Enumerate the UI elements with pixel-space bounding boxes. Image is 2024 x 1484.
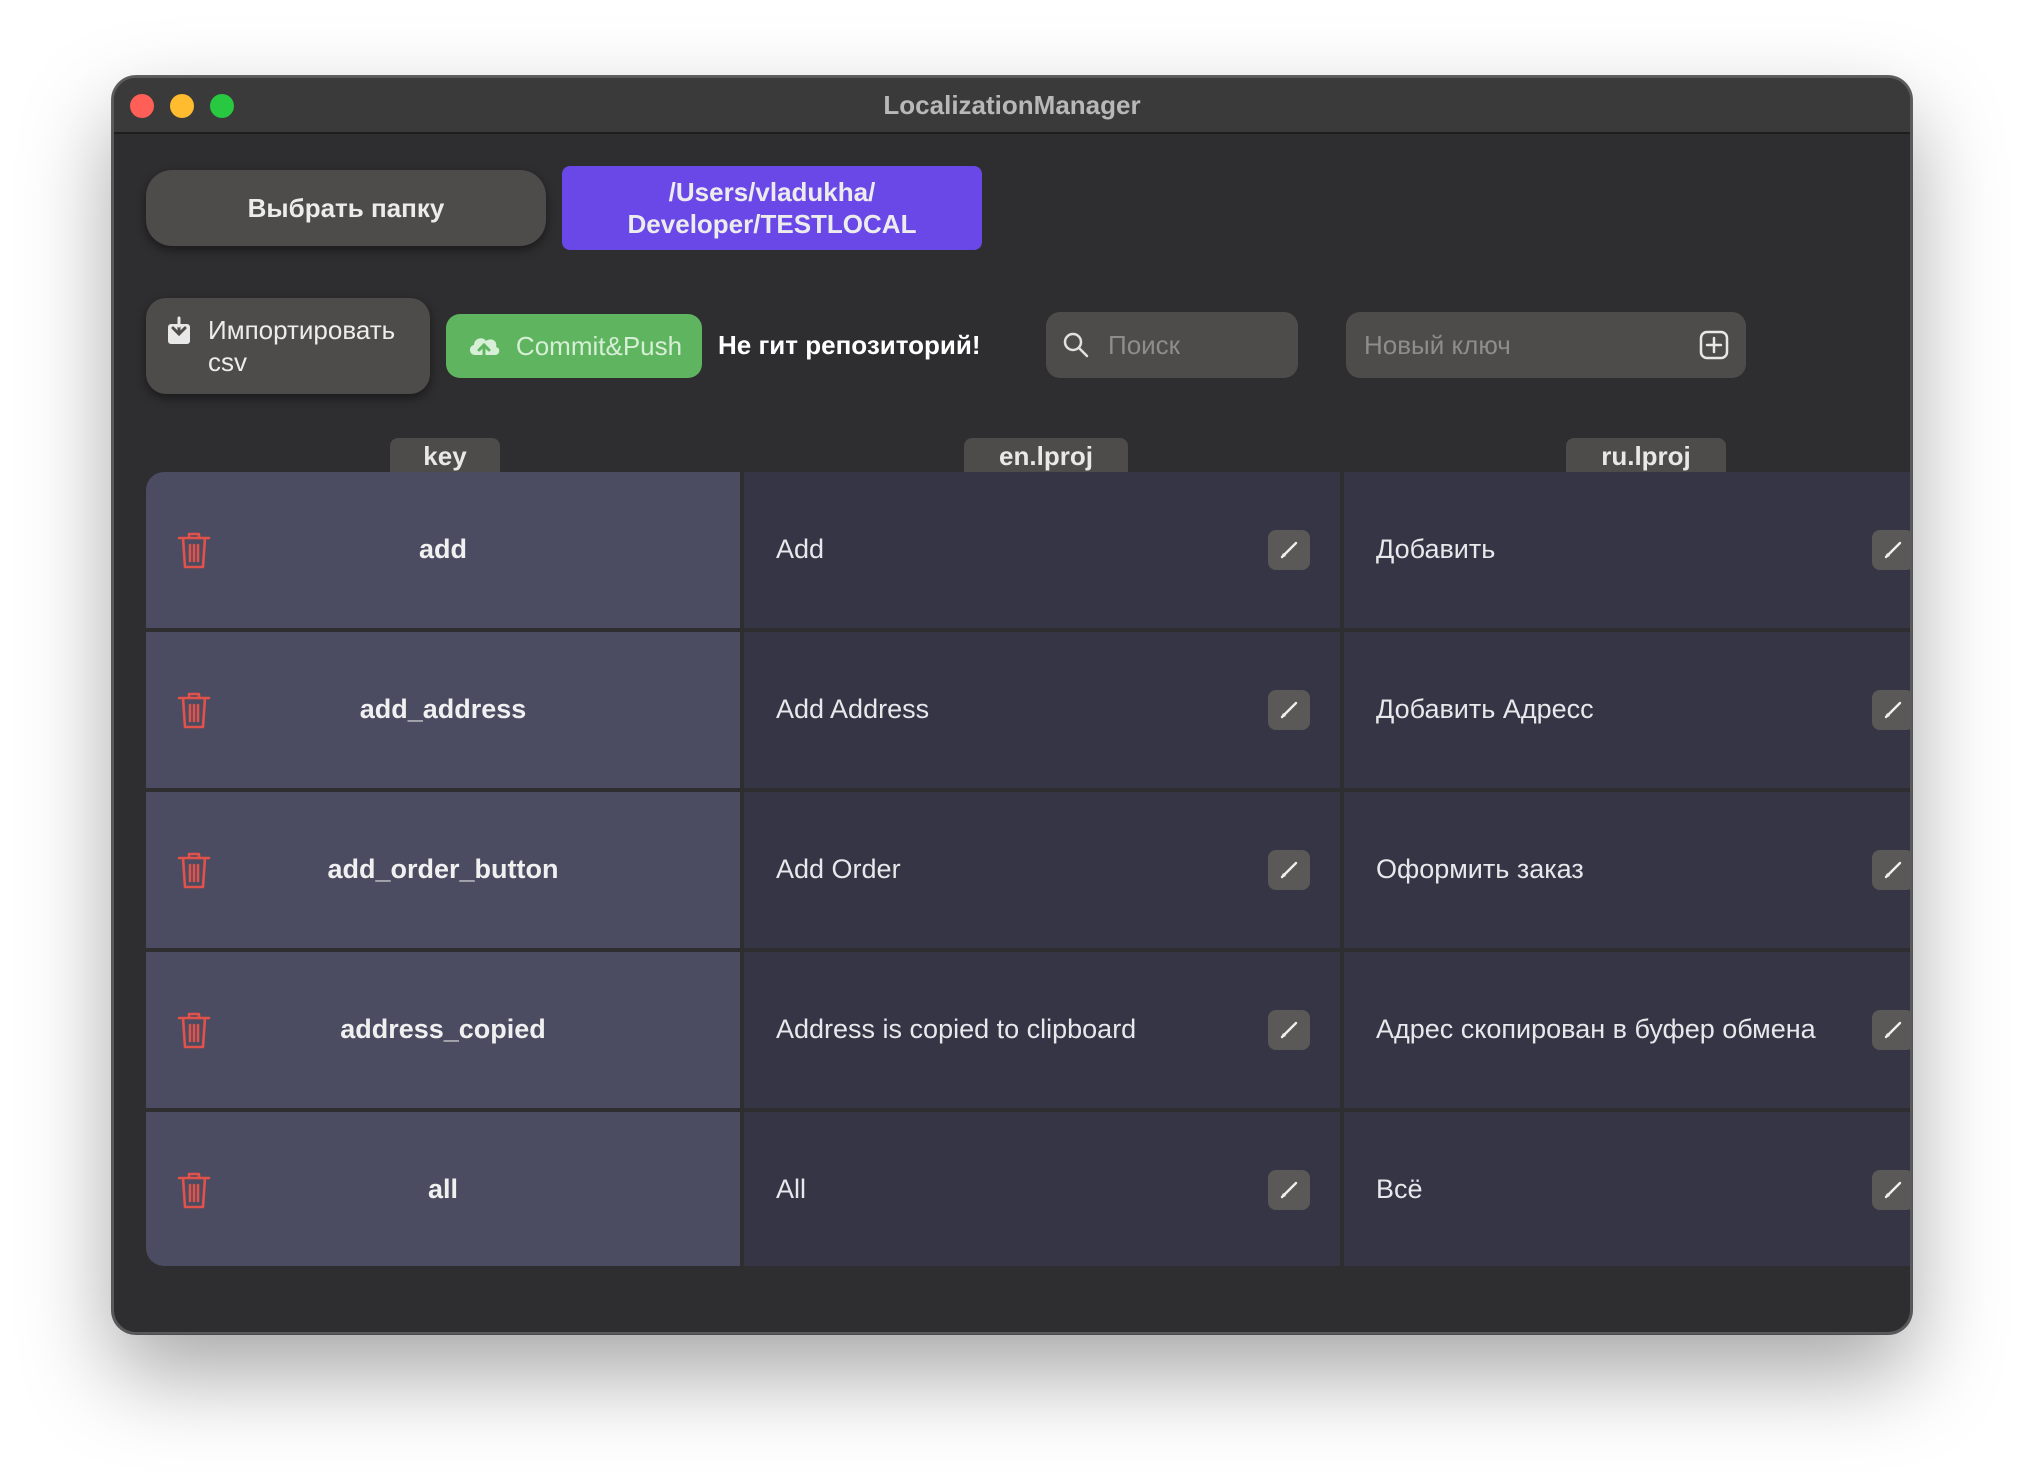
en-value-text: Add: [776, 534, 825, 564]
edit-ru-button[interactable]: [1872, 530, 1910, 570]
ru-value-text: Всё: [1376, 1174, 1423, 1204]
key-cell: add_address: [146, 632, 740, 788]
pencil-icon: [1280, 541, 1298, 559]
add-square-icon[interactable]: [1698, 329, 1730, 361]
pencil-icon: [1280, 1021, 1298, 1039]
pencil-icon: [1280, 861, 1298, 879]
edit-en-button[interactable]: [1268, 690, 1310, 730]
edit-ru-button[interactable]: [1872, 1170, 1910, 1210]
import-csv-label: Импортировать csv: [208, 315, 396, 377]
ru-value-cell: Добавить Адресс: [1344, 632, 1910, 788]
edit-ru-button[interactable]: [1872, 850, 1910, 890]
pencil-icon: [1280, 1181, 1298, 1199]
commit-push-label: Commit&Push: [515, 330, 683, 361]
commit-push-button[interactable]: Commit&Push: [446, 314, 702, 378]
en-value-text: Add Order: [776, 854, 901, 884]
en-value-text: Add Address: [776, 694, 930, 724]
ru-value-text: Адрес скопирован в буфер обмена: [1376, 1014, 1816, 1044]
key-cell: all: [146, 1112, 740, 1266]
import-csv-button[interactable]: Импортировать csv: [146, 298, 430, 394]
new-key-field[interactable]: [1346, 312, 1746, 378]
edit-en-button[interactable]: [1268, 530, 1310, 570]
en-value-text: All: [776, 1174, 807, 1204]
key-cell: address_copied: [146, 952, 740, 1108]
en-value-cell: Add Address: [744, 632, 1340, 788]
localization-table: add Add Добавить add_address Add Address: [146, 472, 1910, 1266]
key-text: address_copied: [340, 1014, 546, 1044]
search-field[interactable]: [1046, 312, 1298, 378]
ru-value-cell: Добавить: [1344, 472, 1910, 628]
folder-path-button[interactable]: /Users/vladukha/ Developer/TESTLOCAL: [562, 166, 982, 250]
choose-folder-button[interactable]: Выбрать папку: [146, 170, 546, 246]
edit-en-button[interactable]: [1268, 1170, 1310, 1210]
table-row: all All Всё: [146, 1112, 1910, 1266]
search-input[interactable]: [1106, 328, 1270, 362]
en-value-text: Address is copied to clipboard: [776, 1014, 1137, 1044]
en-value-cell: Add Order: [744, 792, 1340, 948]
table-row: address_copied Address is copied to clip…: [146, 952, 1910, 1108]
search-icon: [1063, 332, 1089, 358]
column-header-key: key: [390, 438, 500, 474]
en-value-cell: Add: [744, 472, 1340, 628]
table-row: add_order_button Add Order Оформить зака…: [146, 792, 1910, 948]
ru-value-text: Оформить заказ: [1376, 854, 1584, 884]
key-cell: add_order_button: [146, 792, 740, 948]
title-bar: LocalizationManager: [114, 78, 1910, 134]
pencil-icon: [1884, 1181, 1902, 1199]
column-header-en: en.lproj: [964, 438, 1128, 474]
ru-value-cell: Всё: [1344, 1112, 1910, 1266]
key-text: add_address: [359, 694, 527, 724]
import-icon: [168, 316, 190, 344]
edit-en-button[interactable]: [1268, 850, 1310, 890]
pencil-icon: [1280, 701, 1298, 719]
ru-value-text: Добавить: [1376, 534, 1496, 564]
new-key-input[interactable]: [1362, 328, 1686, 362]
ru-value-text: Добавить Адресс: [1376, 694, 1594, 724]
ru-value-cell: Оформить заказ: [1344, 792, 1910, 948]
cloud-upload-icon: [469, 338, 500, 359]
pencil-icon: [1884, 701, 1902, 719]
table-row: add Add Добавить: [146, 472, 1910, 628]
key-text: add: [418, 534, 467, 564]
app-window: LocalizationManager Выбрать папку /Users…: [112, 76, 1912, 1334]
repo-status-text: Не гит репозиторий!: [718, 330, 981, 360]
edit-en-button[interactable]: [1268, 1010, 1310, 1050]
ru-value-cell: Адрес скопирован в буфер обмена: [1344, 952, 1910, 1108]
pencil-icon: [1884, 541, 1902, 559]
edit-ru-button[interactable]: [1872, 1010, 1910, 1050]
key-text: all: [427, 1174, 459, 1204]
en-value-cell: All: [744, 1112, 1340, 1266]
en-value-cell: Address is copied to clipboard: [744, 952, 1340, 1108]
edit-ru-button[interactable]: [1872, 690, 1910, 730]
window-title: LocalizationManager: [883, 90, 1141, 120]
pencil-icon: [1884, 1021, 1902, 1039]
key-text: add_order_button: [327, 854, 559, 884]
table-row: add_address Add Address Добавить Адресс: [146, 632, 1910, 788]
column-header-ru: ru.lproj: [1566, 438, 1726, 474]
key-cell: add: [146, 472, 740, 628]
pencil-icon: [1884, 861, 1902, 879]
